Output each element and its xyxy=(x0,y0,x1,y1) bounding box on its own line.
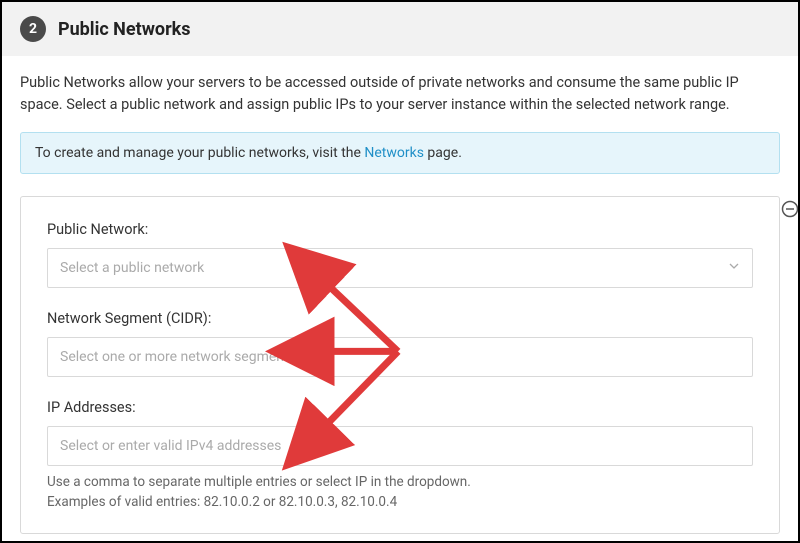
network-segment-row: Network Segment (CIDR): Select one or mo… xyxy=(47,310,753,377)
public-network-placeholder: Select a public network xyxy=(60,260,204,276)
info-banner-prefix: To create and manage your public network… xyxy=(35,145,364,161)
public-network-form-card: Public Network: Select a public network … xyxy=(20,196,780,535)
ip-addresses-placeholder: Select or enter valid IPv4 addresses xyxy=(60,438,281,454)
public-network-label: Public Network: xyxy=(47,221,753,238)
ip-addresses-helper: Use a comma to separate multiple entries… xyxy=(47,472,753,514)
info-banner-suffix: page. xyxy=(424,145,462,161)
ip-addresses-row: IP Addresses: Select or enter valid IPv4… xyxy=(47,399,753,514)
section-description: Public Networks allow your servers to be… xyxy=(20,72,780,116)
ip-addresses-input[interactable]: Select or enter valid IPv4 addresses xyxy=(47,426,753,466)
info-banner: To create and manage your public network… xyxy=(20,132,780,174)
public-network-select[interactable]: Select a public network xyxy=(47,248,753,288)
networks-link[interactable]: Networks xyxy=(364,145,424,161)
section-content: Public Networks allow your servers to be… xyxy=(2,56,798,541)
network-segment-placeholder: Select one or more network segments xyxy=(60,349,296,365)
network-segment-label: Network Segment (CIDR): xyxy=(47,310,753,327)
collapse-card-icon[interactable] xyxy=(780,199,798,219)
section-title: Public Networks xyxy=(58,19,191,40)
helper-line-2: Examples of valid entries: 82.10.0.2 or … xyxy=(47,492,753,513)
network-segment-select[interactable]: Select one or more network segments xyxy=(47,337,753,377)
helper-line-1: Use a comma to separate multiple entries… xyxy=(47,472,753,493)
chevron-down-icon xyxy=(728,260,740,276)
step-number-badge: 2 xyxy=(20,16,46,42)
public-network-row: Public Network: Select a public network xyxy=(47,221,753,288)
ip-addresses-label: IP Addresses: xyxy=(47,399,753,416)
section-header: 2 Public Networks xyxy=(2,2,798,56)
